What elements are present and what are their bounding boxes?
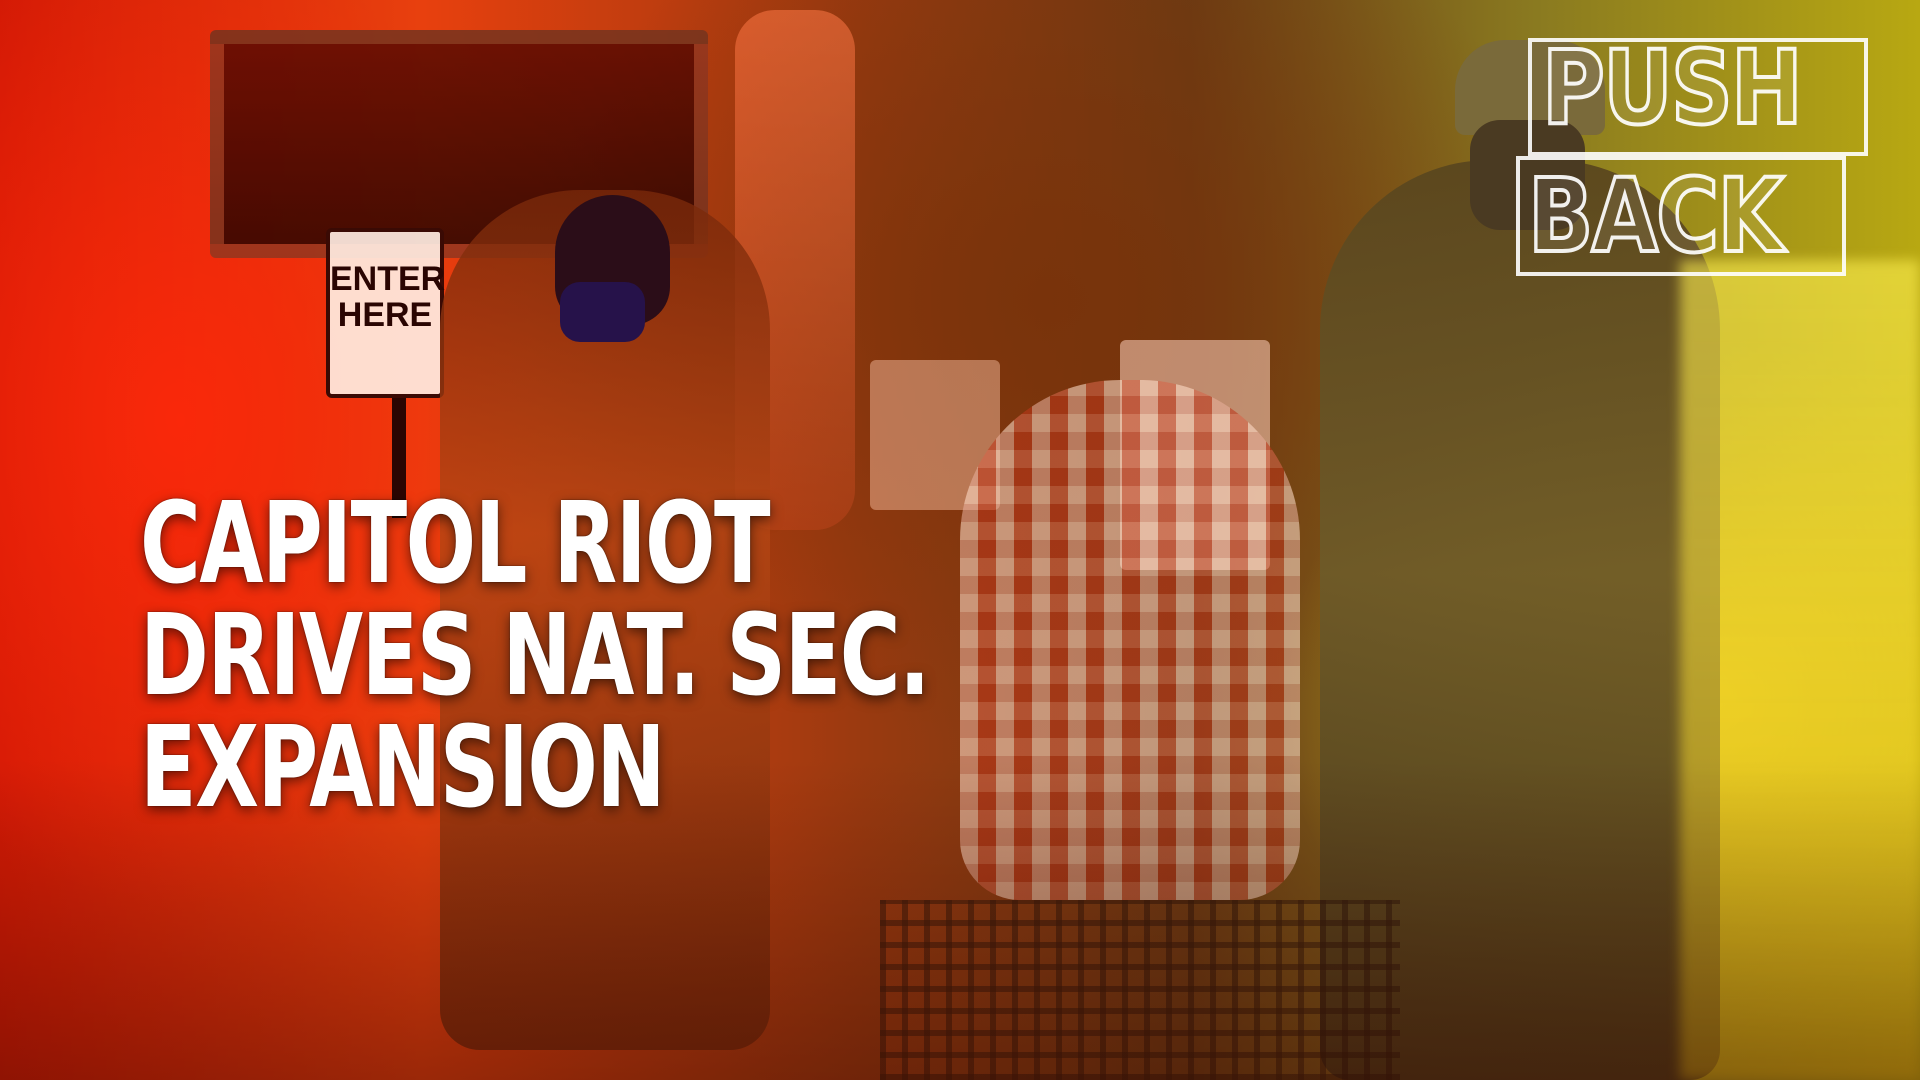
- headline-line2: DRIVES NAT. SEC.: [140, 591, 931, 721]
- logo-line1: PUSH: [1540, 29, 1804, 148]
- enter-here-sign: ENTER HERE: [326, 228, 446, 398]
- soldier-left-mask: [560, 282, 645, 342]
- headline: CAPITOL RIOT DRIVES NAT. SEC. EXPANSION: [140, 479, 931, 833]
- logo-line2: BACK: [1526, 157, 1785, 276]
- headline-line1: CAPITOL RIOT: [140, 479, 771, 609]
- thumbnail-canvas: ENTER HERE CAPITOL RIOT DRIVES NAT. SEC.…: [0, 0, 1920, 1080]
- pushback-logo: PUSH BACK: [1516, 29, 1868, 276]
- sign-text-line2: HERE: [337, 295, 433, 334]
- sign-text-line1: ENTER: [330, 260, 446, 298]
- headline-line3: EXPANSION: [140, 703, 666, 833]
